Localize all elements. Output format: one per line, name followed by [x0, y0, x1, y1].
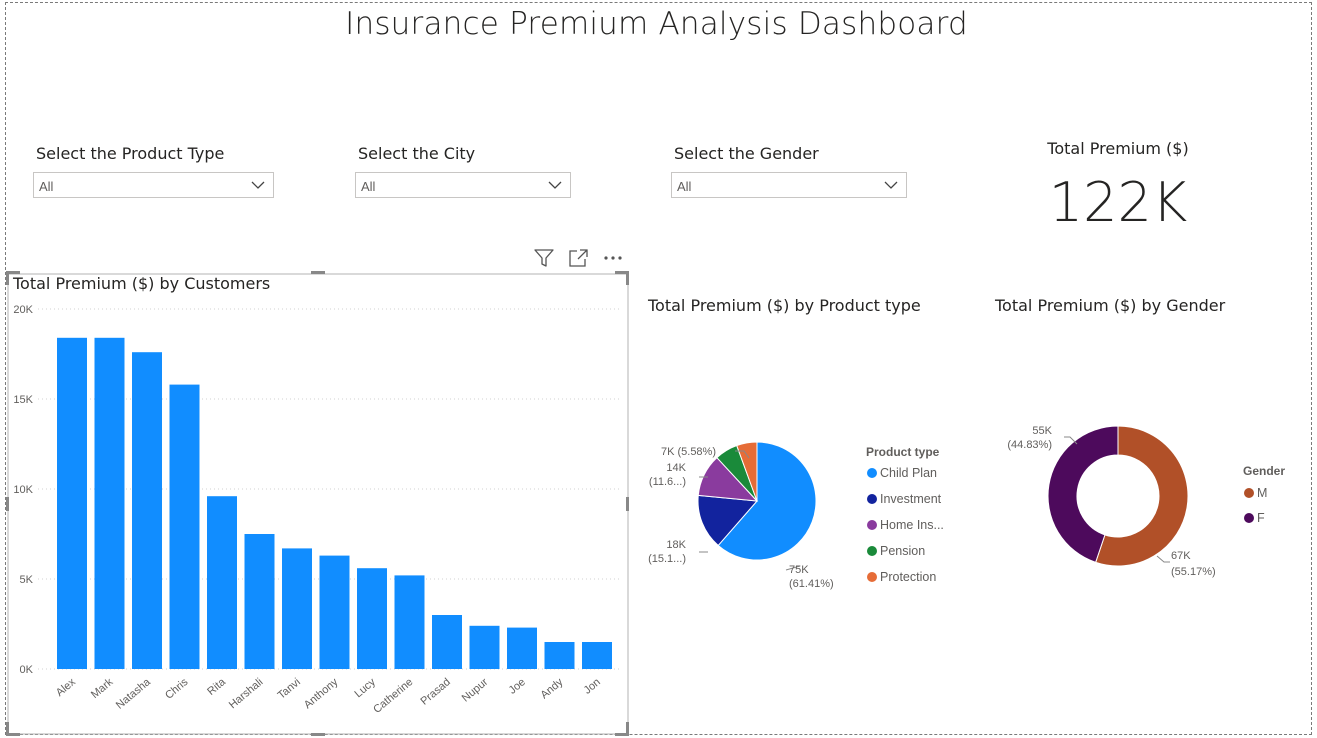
bar-catherine[interactable] [394, 575, 425, 669]
legend-item[interactable]: Investment [880, 492, 942, 506]
product-type-slicer-label: Select the Product Type [36, 144, 225, 163]
city-selected-value: All [361, 179, 376, 194]
legend-marker [867, 494, 877, 504]
data-label: (11.6...) [649, 476, 686, 488]
legend-marker [1244, 488, 1254, 498]
city-slicer-label: Select the City [358, 144, 476, 163]
bar-lucy[interactable] [357, 568, 387, 669]
product-type-chart-title: Total Premium ($) by Product type [648, 296, 921, 315]
chevron-down-icon [548, 181, 562, 189]
gender-slicer-label: Select the Gender [674, 144, 819, 163]
total-premium-card-label: Total Premium ($) [1047, 139, 1189, 158]
x-tick-label: Alex [54, 676, 78, 699]
page-title: Insurance Premium Analysis Dashboard [345, 6, 968, 42]
x-tick-label: Chris [163, 676, 191, 702]
gender-donut-chart[interactable]: 67K (55.17%) 55K (44.83%) Gender MF [990, 330, 1310, 630]
customers-bar-chart[interactable]: 0K 5K 10K 15K 20K Alex MarkNatasha Chris RitaHa… [0, 268, 640, 738]
data-label: (44.83%) [1007, 439, 1052, 451]
chevron-down-icon [884, 181, 898, 189]
legend-marker [867, 520, 877, 530]
y-tick-label: 0K [20, 664, 34, 676]
y-tick-label: 20K [13, 304, 33, 316]
x-tick-label: Harshali [227, 676, 266, 711]
legend-item[interactable]: Pension [880, 544, 925, 558]
more-options-icon[interactable] [601, 247, 625, 269]
x-tick-label: Jon [582, 676, 603, 697]
product-type-pie-chart[interactable]: 75K (61.41%) 18K (15.1...) 14K (11.6...) 7K (5… [636, 330, 976, 630]
x-tick-label: Catherine [371, 676, 415, 716]
legend-item[interactable]: F [1257, 511, 1265, 525]
bar-rita[interactable] [207, 496, 237, 669]
legend-item[interactable]: M [1257, 486, 1267, 500]
legend-marker [867, 468, 877, 478]
bar-alex[interactable] [57, 337, 87, 669]
x-tick-label: Nupur [460, 676, 491, 705]
x-tick-label: Anthony [302, 676, 341, 711]
bar-andy[interactable] [544, 642, 575, 669]
x-tick-label: Tanvi [276, 676, 303, 702]
data-label: 18K [666, 539, 686, 551]
data-label: 7K (5.58%) [661, 446, 716, 458]
filter-icon[interactable] [532, 247, 556, 269]
customers-chart-title: Total Premium ($) by Customers [13, 274, 271, 293]
bar-tanvi[interactable] [282, 548, 312, 669]
data-label: (61.41%) [789, 578, 834, 590]
x-tick-label: Rita [205, 676, 228, 698]
city-dropdown[interactable]: All [355, 172, 571, 198]
legend-title: Product type [866, 445, 940, 459]
bar-prasad[interactable] [432, 615, 462, 669]
bar-anthony[interactable] [319, 555, 350, 669]
x-tick-label: Andy [539, 676, 566, 702]
focus-mode-icon[interactable] [567, 247, 591, 269]
y-tick-label: 15K [13, 394, 33, 406]
legend-marker [867, 546, 877, 556]
bar-chris[interactable] [169, 384, 200, 669]
data-label: 67K [1171, 550, 1191, 562]
product-type-dropdown[interactable]: All [33, 172, 274, 198]
legend-item[interactable]: Protection [880, 570, 936, 584]
gender-dropdown[interactable]: All [671, 172, 907, 198]
legend-marker [867, 572, 877, 582]
product-type-selected-value: All [39, 179, 54, 194]
legend-item[interactable]: Child Plan [880, 466, 937, 480]
legend-marker [1244, 513, 1254, 523]
gender-selected-value: All [677, 179, 692, 194]
bar-nupur[interactable] [469, 625, 500, 669]
data-label: 55K [1032, 425, 1052, 437]
bar-natasha[interactable] [132, 352, 162, 669]
bar-harshali[interactable] [244, 534, 275, 669]
x-tick-label: Lucy [352, 676, 378, 700]
legend-item[interactable]: Home Ins... [880, 518, 944, 532]
total-premium-card-value: 122K [1048, 171, 1188, 234]
x-tick-label: Mark [89, 676, 116, 701]
data-label: (15.1...) [648, 553, 686, 565]
data-label: 75K [789, 564, 809, 576]
legend-title: Gender [1243, 464, 1285, 478]
x-tick-label: Natasha [114, 676, 154, 712]
bar-joe[interactable] [507, 627, 537, 669]
gender-chart-title: Total Premium ($) by Gender [995, 296, 1226, 315]
chevron-down-icon [251, 181, 265, 189]
y-tick-label: 5K [20, 574, 34, 586]
y-tick-label: 10K [13, 484, 33, 496]
x-tick-label: Joe [507, 676, 528, 697]
data-label: (55.17%) [1171, 566, 1216, 578]
bar-mark[interactable] [94, 337, 125, 669]
bar-jon[interactable] [582, 642, 612, 669]
data-label: 14K [666, 462, 686, 474]
x-tick-label: Prasad [419, 676, 453, 708]
leader-line [1156, 555, 1170, 563]
